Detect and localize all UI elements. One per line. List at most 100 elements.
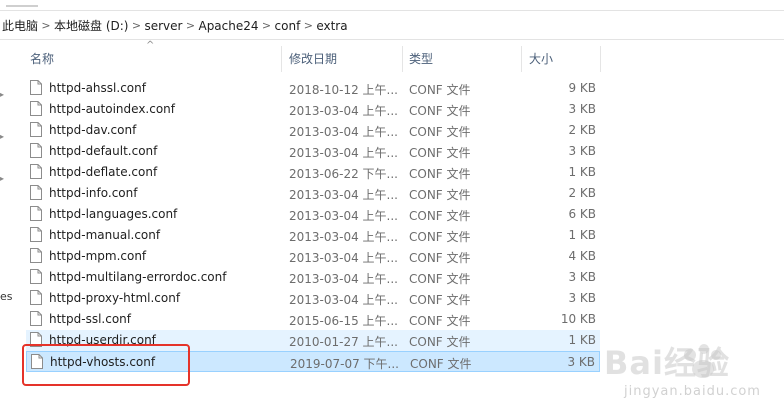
file-row[interactable]: httpd-languages.conf 2013-03-04 上午... CONF… [26,204,600,225]
file-type: CONF 文件 [409,167,471,181]
file-icon [30,206,42,221]
file-icon [30,143,42,158]
file-type: CONF 文件 [409,188,471,202]
file-size: 3 KB [568,270,596,284]
file-row[interactable]: httpd-proxy-html.conf 2013-03-04 上午... CON… [26,288,600,309]
column-header-type[interactable]: 类型 [409,46,433,72]
column-header-size[interactable]: 大小 [529,46,553,72]
file-row[interactable]: httpd-deflate.conf 2013-06-22 下午... CONF 文… [26,162,600,183]
file-row[interactable]: httpd-manual.conf 2013-03-04 上午... CONF 文件… [26,225,600,246]
file-row[interactable]: httpd-ahssl.conf 2018-10-12 上午... CONF 文件 9… [26,78,600,99]
file-type: CONF 文件 [409,335,471,349]
file-icon [30,311,42,326]
breadcrumb-item-local-disk[interactable]: 本地磁盘 (D:) [54,17,128,34]
file-type: CONF 文件 [409,251,471,265]
file-type: CONF 文件 [409,230,471,244]
file-row[interactable]: httpd-multilang-errordoc.conf 2013-03-04 … [26,267,600,288]
file-icon [30,164,42,179]
file-row[interactable]: httpd-mpm.conf 2013-03-04 上午... CONF 文件 4 K… [26,246,600,267]
chevron-right-icon[interactable]: > [300,19,316,32]
column-divider[interactable] [521,46,522,72]
address-bar[interactable]: 此电脑 > 本地磁盘 (D:) > server > Apache24 > co… [0,10,784,40]
breadcrumb-item-this-pc[interactable]: 此电脑 [2,17,38,34]
file-name: httpd-multilang-errordoc.conf [49,270,227,284]
file-size: 1 KB [568,228,596,242]
file-date: 2013-03-04 上午... [289,251,397,265]
file-type: CONF 文件 [409,104,471,118]
file-date: 2013-03-04 上午... [289,125,397,139]
file-type: CONF 文件 [410,357,472,371]
file-row[interactable]: httpd-userdir.conf 2010-01-27 上午... CONF 文… [26,330,600,351]
file-row[interactable]: httpd-ssl.conf 2015-06-15 上午... CONF 文件 10 … [26,309,600,330]
file-type: CONF 文件 [409,209,471,223]
file-name: httpd-languages.conf [49,207,178,221]
file-row[interactable]: httpd-autoindex.conf 2013-03-04 上午... CONF… [26,99,600,120]
file-row[interactable]: httpd-info.conf 2013-03-04 上午... CONF 文件 2 … [26,183,600,204]
file-size: 3 KB [567,355,595,369]
file-row[interactable]: httpd-dav.conf 2013-03-04 上午... CONF 文件 2 K… [26,120,600,141]
file-size: 3 KB [568,144,596,158]
file-name: httpd-dav.conf [49,123,137,137]
navigation-item-fragment[interactable]: es [0,290,13,303]
column-divider[interactable] [600,46,601,72]
expand-arrow-icon[interactable]: ▸ [0,132,4,141]
breadcrumb-item-conf[interactable]: conf [275,19,301,33]
file-name: httpd-proxy-html.conf [49,291,181,305]
watermark-url: jingyan.baidu.com [624,384,761,399]
file-name: httpd-vhosts.conf [50,355,156,369]
chevron-right-icon[interactable]: > [182,19,198,32]
file-name: httpd-deflate.conf [49,165,158,179]
file-date: 2013-03-04 上午... [289,209,397,223]
file-icon [30,269,42,284]
file-row[interactable]: httpd-vhosts.conf 2019-07-07 下午... CONF 文件… [26,351,600,372]
file-icon [30,185,42,200]
breadcrumb: 此电脑 > 本地磁盘 (D:) > server > Apache24 > co… [2,17,348,34]
expand-arrow-icon[interactable]: ▸ [0,174,4,183]
file-icon [30,122,42,137]
file-date: 2013-03-04 上午... [289,272,397,286]
chevron-right-icon[interactable]: > [259,19,275,32]
watermark: Bai经验 jingyan.baidu.com [604,338,780,408]
file-size: 6 KB [568,207,596,221]
file-type: CONF 文件 [409,272,471,286]
column-header-name[interactable]: 名称 [30,46,54,72]
file-icon [30,227,42,242]
file-size: 3 KB [568,291,596,305]
file-type: CONF 文件 [409,146,471,160]
file-date: 2013-06-22 下午... [289,167,397,181]
column-header-row: 名称 修改日期 类型 大小 [0,46,784,72]
navigation-pane-edge: ▸ ▸ ▸ es [0,72,13,420]
breadcrumb-item-server[interactable]: server [144,19,182,33]
file-row[interactable]: httpd-default.conf 2013-03-04 上午... CONF 文… [26,141,600,162]
file-icon [31,354,43,369]
file-size: 1 KB [568,333,596,347]
title-fragment [6,0,38,7]
file-date: 2013-03-04 上午... [289,230,397,244]
watermark-logo [684,344,721,378]
watermark-brand: Bai经验 [604,344,730,382]
file-type: CONF 文件 [409,83,471,97]
file-size: 2 KB [568,123,596,137]
breadcrumb-item-apache24[interactable]: Apache24 [198,19,258,33]
expand-arrow-icon[interactable]: ▸ [0,90,4,99]
file-icon [30,101,42,116]
column-divider[interactable] [402,46,403,72]
file-size: 3 KB [568,102,596,116]
file-size: 1 KB [568,165,596,179]
file-size: 9 KB [568,81,596,95]
chevron-right-icon[interactable]: > [128,19,144,32]
column-header-date[interactable]: 修改日期 [289,46,337,72]
chevron-right-icon[interactable]: > [38,19,54,32]
file-icon [30,248,42,263]
column-divider[interactable] [281,46,282,72]
file-icon [30,290,42,305]
file-name: httpd-userdir.conf [49,333,156,347]
file-icon [30,80,42,95]
file-date: 2013-03-04 上午... [289,293,397,307]
file-size: 2 KB [568,186,596,200]
file-name: httpd-mpm.conf [49,249,147,263]
file-size: 10 KB [560,312,596,326]
breadcrumb-item-extra[interactable]: extra [316,19,347,33]
file-name: httpd-manual.conf [49,228,161,242]
file-name: httpd-ssl.conf [49,312,132,326]
